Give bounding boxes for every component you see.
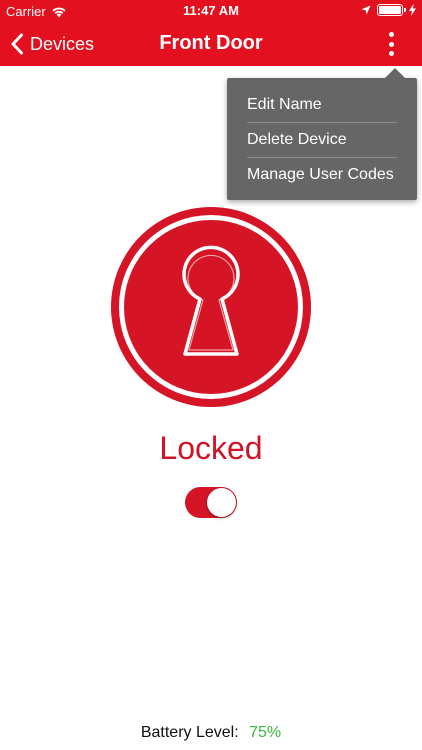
- more-vertical-icon-dot: [388, 51, 394, 56]
- chevron-left-icon: [11, 33, 23, 55]
- status-right: [361, 4, 416, 16]
- menu-item-delete-device[interactable]: Delete Device: [247, 122, 397, 157]
- more-vertical-icon-dot: [388, 41, 394, 47]
- charging-bolt-icon: [409, 4, 416, 16]
- switch-knob: [207, 488, 236, 517]
- back-button[interactable]: Devices: [10, 30, 94, 58]
- status-time: 11:47 AM: [183, 3, 239, 18]
- lock-button-graphic: [111, 207, 311, 407]
- battery-level-label: Battery Level:: [140, 724, 239, 741]
- device-detail-screen: Carrier 11:47 AM Devices Front Door Edit…: [0, 0, 422, 750]
- more-options-button[interactable]: [382, 30, 400, 58]
- battery-fill: [379, 6, 401, 14]
- battery-level: Battery Level: 75%: [0, 724, 422, 742]
- status-bar: Carrier 11:47 AM: [0, 0, 422, 22]
- lock-toggle-button[interactable]: [110, 206, 312, 408]
- location-arrow-icon: [361, 5, 371, 15]
- navigation-bar: Devices Front Door: [0, 22, 422, 66]
- menu-item-edit-name[interactable]: Edit Name: [247, 88, 397, 122]
- lock-switch[interactable]: [185, 487, 237, 518]
- lock-status-label: Locked: [159, 430, 263, 466]
- battery-icon: [377, 4, 406, 16]
- back-button-label: Devices: [30, 33, 95, 54]
- options-menu: Edit Name Delete Device Manage User Code…: [227, 68, 417, 200]
- more-vertical-icon-dot: [388, 32, 394, 37]
- battery-level-value: 75%: [249, 724, 282, 741]
- menu-item-manage-user-codes[interactable]: Manage User Codes: [247, 157, 397, 192]
